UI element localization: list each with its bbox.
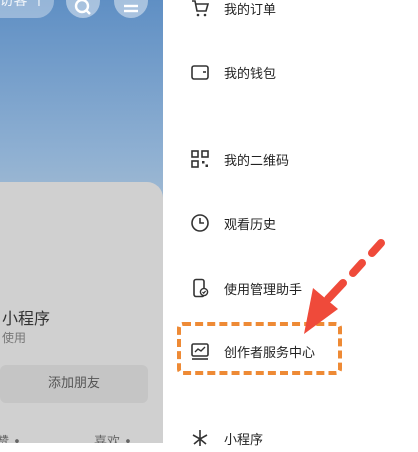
pointer-arrow (304, 239, 385, 334)
